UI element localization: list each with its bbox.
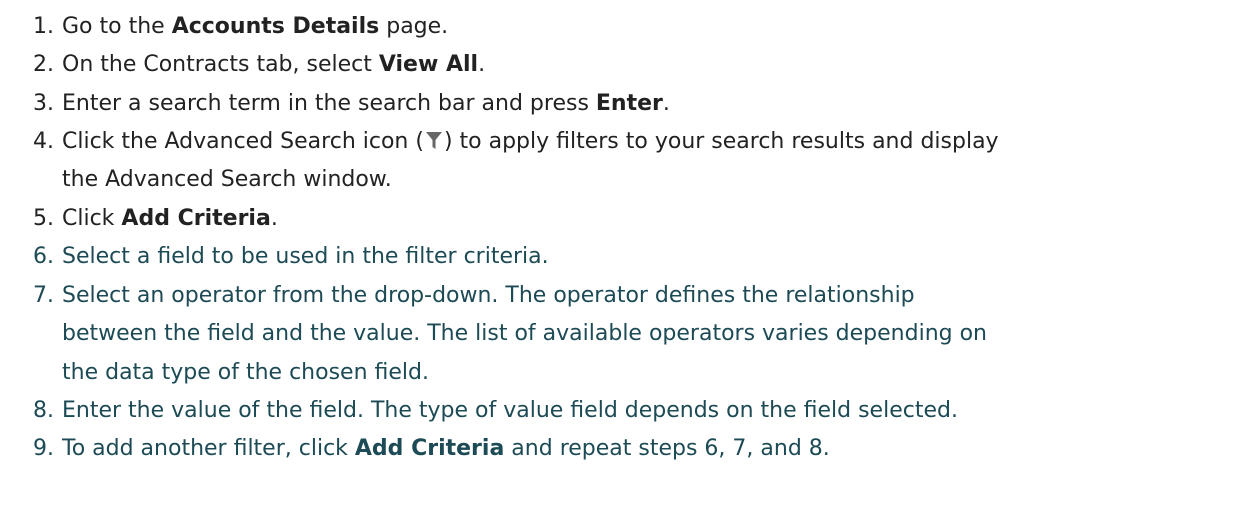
step-text: Enter a search term in the search bar an… — [62, 91, 670, 116]
step-number: 3. — [33, 91, 54, 116]
step-text: Select an operator from the drop-down. T… — [62, 283, 915, 308]
step-number: 4. — [33, 129, 54, 154]
ui-label: Add Criteria — [121, 206, 271, 231]
ui-label: Add Criteria — [354, 436, 505, 461]
filter-icon — [425, 126, 443, 164]
step-number: 7. — [33, 283, 54, 308]
step-text: between the field and the value. The lis… — [62, 321, 987, 346]
step-text: Click the Advanced Search icon () to app… — [62, 123, 1252, 164]
step-text: the Advanced Search window. — [62, 167, 392, 192]
key-name: Enter — [595, 91, 663, 116]
step-text: Click Add Criteria. — [62, 206, 278, 231]
step-text: On the Contracts tab, select View All. — [62, 52, 486, 77]
step-number: 1. — [33, 14, 54, 39]
step-number: 5. — [33, 206, 54, 231]
ui-label: View All — [378, 52, 479, 77]
step-number: 8. — [33, 398, 54, 423]
step-text: Select a field to be used in the filter … — [62, 244, 549, 269]
step-text: Enter the value of the field. The type o… — [62, 398, 958, 423]
step-text: Go to the Accounts Details page. — [62, 14, 449, 39]
step-number: 2. — [33, 52, 54, 77]
page-name: Accounts Details — [171, 14, 380, 39]
step-number: 6. — [33, 244, 54, 269]
step-number: 9. — [33, 436, 54, 461]
step-text: the data type of the chosen field. — [62, 360, 429, 385]
step-text: To add another filter, click Add Criteri… — [62, 436, 830, 461]
